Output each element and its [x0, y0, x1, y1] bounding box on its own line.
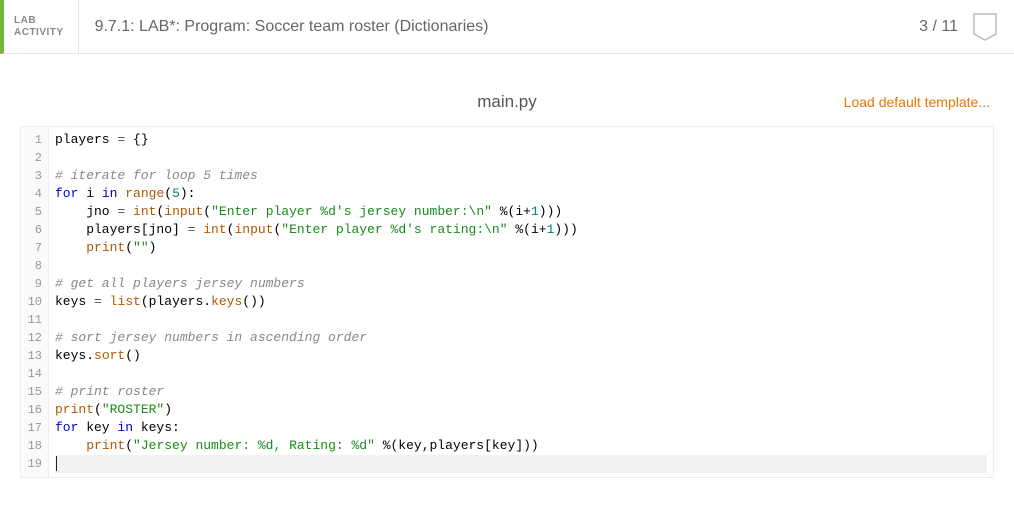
line-number: 2 — [21, 149, 42, 167]
code-line[interactable] — [55, 149, 987, 167]
code-line[interactable]: # print roster — [55, 383, 987, 401]
code-line[interactable]: keys = list(players.keys()) — [55, 293, 987, 311]
code-content[interactable]: players = {}# iterate for loop 5 timesfo… — [49, 127, 993, 477]
bookmark-pocket-icon[interactable] — [972, 0, 1014, 53]
code-line[interactable]: keys.sort() — [55, 347, 987, 365]
activity-header: LAB ACTIVITY 9.7.1: LAB*: Program: Socce… — [0, 0, 1014, 54]
line-number: 8 — [21, 257, 42, 275]
activity-title: 9.7.1: LAB*: Program: Soccer team roster… — [79, 0, 920, 53]
line-number: 17 — [21, 419, 42, 437]
text-cursor — [56, 456, 57, 471]
code-line[interactable]: # sort jersey numbers in ascending order — [55, 329, 987, 347]
code-line[interactable]: print("ROSTER") — [55, 401, 987, 419]
line-number: 12 — [21, 329, 42, 347]
code-line[interactable] — [55, 311, 987, 329]
file-header: main.py Load default template... — [0, 78, 1014, 126]
badge-line-1: LAB — [14, 15, 64, 27]
code-line[interactable]: print("Jersey number: %d, Rating: %d" %(… — [55, 437, 987, 455]
lab-activity-badge: LAB ACTIVITY — [4, 0, 79, 53]
code-line[interactable] — [55, 365, 987, 383]
code-line[interactable] — [55, 257, 987, 275]
score-display: 3 / 11 — [919, 0, 972, 53]
code-line[interactable] — [55, 455, 987, 473]
line-number: 19 — [21, 455, 42, 473]
line-number: 9 — [21, 275, 42, 293]
line-number-gutter: 12345678910111213141516171819 — [21, 127, 49, 477]
line-number: 11 — [21, 311, 42, 329]
line-number: 14 — [21, 365, 42, 383]
line-number: 7 — [21, 239, 42, 257]
line-number: 4 — [21, 185, 42, 203]
code-line[interactable]: players = {} — [55, 131, 987, 149]
line-number: 15 — [21, 383, 42, 401]
line-number: 16 — [21, 401, 42, 419]
code-line[interactable]: # iterate for loop 5 times — [55, 167, 987, 185]
badge-line-2: ACTIVITY — [14, 27, 64, 39]
line-number: 18 — [21, 437, 42, 455]
file-name: main.py — [477, 92, 537, 112]
load-default-template-link[interactable]: Load default template... — [844, 94, 990, 110]
line-number: 3 — [21, 167, 42, 185]
code-line[interactable]: for key in keys: — [55, 419, 987, 437]
code-line[interactable]: jno = int(input("Enter player %d's jerse… — [55, 203, 987, 221]
line-number: 5 — [21, 203, 42, 221]
code-editor[interactable]: 12345678910111213141516171819 players = … — [20, 126, 994, 478]
code-line[interactable]: print("") — [55, 239, 987, 257]
line-number: 1 — [21, 131, 42, 149]
line-number: 13 — [21, 347, 42, 365]
code-line[interactable]: # get all players jersey numbers — [55, 275, 987, 293]
app-container: LAB ACTIVITY 9.7.1: LAB*: Program: Socce… — [0, 0, 1014, 529]
code-wrapper: 12345678910111213141516171819 players = … — [0, 126, 1014, 478]
line-number: 6 — [21, 221, 42, 239]
line-number: 10 — [21, 293, 42, 311]
code-line[interactable]: players[jno] = int(input("Enter player %… — [55, 221, 987, 239]
code-line[interactable]: for i in range(5): — [55, 185, 987, 203]
